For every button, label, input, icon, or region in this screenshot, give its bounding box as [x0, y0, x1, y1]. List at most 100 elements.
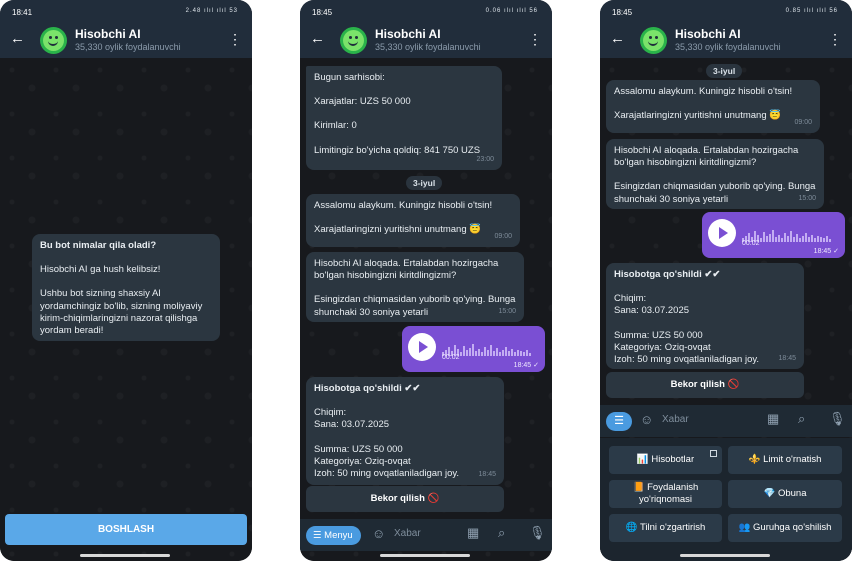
message-input[interactable]: Xabar — [662, 414, 689, 425]
message-time: 09:00 — [494, 232, 512, 240]
summary-title: Bugun sarhisobi: — [314, 72, 385, 83]
back-arrow-icon[interactable]: ← — [10, 30, 25, 47]
status-icons: 0.06 ılıl ılıl 56 — [485, 8, 538, 14]
chat-title[interactable]: Hisobchi AI — [675, 27, 741, 41]
greeting-line-2: Xarajatlaringizni yuritishni unutmang 😇 — [314, 224, 482, 236]
status-bar: 18:41 2.48 ılıl ılıl 53 — [0, 0, 252, 24]
avatar[interactable] — [340, 27, 367, 54]
message-time: 23:00 — [476, 155, 494, 163]
cancel-inline-button[interactable]: Bekor qilish 🚫 — [606, 372, 804, 398]
daily-summary-message: Bugun sarhisobi: Xarajatlar: UZS 50 000 … — [306, 66, 502, 170]
message-time: 18:45 — [478, 470, 496, 478]
back-arrow-icon[interactable]: ← — [310, 30, 325, 47]
phone-screen-1: 18:41 2.48 ılıl ılıl 53 ← Hisobchi AI 35… — [0, 0, 252, 561]
status-bar: 18:45 0.06 ılıl ılıl 56 — [300, 0, 552, 24]
greeting-line-1: Assalomu alaykum. Kuningiz hisobli o'tsi… — [614, 86, 793, 97]
report-note: Izoh: 50 ming ovqatlaniladigan joy. — [614, 354, 760, 366]
report-category: Kategoriya: Oziq-ovqat — [614, 341, 711, 353]
paperclip-icon[interactable]: ⌕ — [498, 525, 505, 541]
kebab-menu-icon[interactable]: ⋮ — [228, 31, 242, 48]
message-input-bar: ☰ Menyu ☺ Xabar ▦ ⌕ 🎙 — [300, 519, 552, 551]
summary-limit-left: Limitingiz bo'yicha qoldiq: 841 750 UZS — [314, 144, 481, 156]
report-type: Chiqim: — [314, 407, 347, 419]
reports-button[interactable]: 📊 Hisobotlar — [609, 446, 722, 474]
status-bar: 18:45 0.85 ılıl ılıl 56 — [600, 0, 852, 24]
sticker-icon[interactable]: ▦ — [767, 411, 779, 427]
menu-icon[interactable]: ☰ — [606, 412, 632, 431]
usage-guide-button[interactable]: 📙 Foydalanish yo'riqnomasi — [609, 480, 722, 508]
chat-subtitle: 35,330 oylik foydalanuvchi — [375, 42, 481, 52]
phone-screen-2: Bugun sarhisobi: Xarajatlar: UZS 50 000 … — [300, 0, 552, 561]
home-indicator[interactable] — [80, 554, 170, 557]
back-arrow-icon[interactable]: ← — [610, 30, 625, 47]
cancel-inline-button[interactable]: Bekor qilish 🚫 — [306, 486, 504, 512]
play-icon[interactable] — [408, 333, 436, 361]
voice-waveform[interactable] — [742, 224, 834, 242]
chat-title[interactable]: Hisobchi AI — [75, 27, 141, 41]
message-input-bar: ☰ ☺ Xabar ▦ ⌕ 🎙 — [600, 405, 852, 437]
report-date: Sana: 03.07.2025 — [614, 305, 690, 317]
report-header: Hisobotga qo'shildi ✔✔ — [614, 269, 721, 280]
message-time: 18:45 ✓ — [513, 362, 539, 369]
intro-description: Ushbu bot sizning shaxsiy AI yordamching… — [40, 288, 203, 337]
subscription-button[interactable]: 💎 Obuna — [728, 480, 842, 508]
home-indicator[interactable] — [680, 554, 770, 557]
kebab-menu-icon[interactable]: ⋮ — [828, 31, 842, 48]
message-time: 18:45 ✓ — [813, 248, 839, 255]
summary-expenses: Xarajatlar: UZS 50 000 — [314, 96, 411, 108]
bot-reply-keyboard: 📊 Hisobotlar ⚜️ Limit o'rnatish 📙 Foydal… — [600, 438, 852, 561]
reports-label: 📊 Hisobotlar — [636, 454, 695, 465]
kebab-menu-icon[interactable]: ⋮ — [528, 31, 542, 48]
report-category: Kategoriya: Oziq-ovqat — [314, 455, 411, 467]
status-icons: 0.85 ılıl ılıl 56 — [785, 8, 838, 14]
date-separator: 3-iyul — [706, 64, 743, 78]
report-note: Izoh: 50 ming ovqatlaniladigan joy. — [314, 468, 460, 480]
voice-waveform[interactable] — [442, 338, 534, 356]
message-time: 18:45 — [778, 354, 796, 362]
status-time: 18:41 — [12, 8, 33, 17]
chat-header: ← Hisobchi AI 35,330 oylik foydalanuvchi… — [600, 24, 852, 58]
chat-header: ← Hisobchi AI 35,330 oylik foydalanuvchi… — [0, 24, 252, 58]
avatar[interactable] — [40, 27, 67, 54]
reminder-message: Hisobchi AI aloqada. Ertalabdan hozirgac… — [306, 252, 524, 322]
reminder-line-1: Hisobchi AI aloqada. Ertalabdan hozirgac… — [614, 145, 799, 169]
report-added-message: Hisobotga qo'shildi ✔✔ Chiqim: Sana: 03.… — [606, 263, 804, 369]
status-time: 18:45 — [312, 8, 333, 17]
sticker-icon[interactable]: ▦ — [467, 525, 479, 541]
set-limit-button[interactable]: ⚜️ Limit o'rnatish — [728, 446, 842, 474]
change-language-button[interactable]: 🌐 Tilni o'zgartirish — [609, 514, 722, 542]
avatar[interactable] — [640, 27, 667, 54]
emoji-icon[interactable]: ☺ — [372, 526, 385, 541]
reminder-line-2: Esingizdan chiqmasidan yuborib qo'ying. … — [614, 181, 816, 205]
status-time: 18:45 — [612, 8, 633, 17]
menu-label: Menyu — [324, 530, 353, 541]
reminder-line-1: Hisobchi AI aloqada. Ertalabdan hozirgac… — [314, 258, 499, 282]
intro-welcome: Hisobchi AI ga hush kelibsiz! — [40, 264, 161, 276]
chat-title[interactable]: Hisobchi AI — [375, 27, 441, 41]
report-amount: Summa: UZS 50 000 — [314, 443, 403, 455]
message-time: 15:00 — [798, 194, 816, 202]
message-time: 09:00 — [794, 118, 812, 126]
start-button[interactable]: BOSHLASH — [5, 514, 247, 545]
emoji-icon[interactable]: ☺ — [640, 412, 653, 427]
voice-duration: 00:02 — [742, 240, 760, 247]
play-icon[interactable] — [708, 219, 736, 247]
chat-subtitle: 35,330 oylik foydalanuvchi — [675, 42, 781, 52]
report-added-message: Hisobotga qo'shildi ✔✔ Chiqim: Sana: 03.… — [306, 377, 504, 485]
report-date: Sana: 03.07.2025 — [314, 419, 390, 431]
microphone-icon[interactable]: 🎙 — [529, 525, 546, 541]
report-header: Hisobotga qo'shildi ✔✔ — [314, 383, 421, 394]
menu-button[interactable]: ☰ Menyu — [306, 526, 361, 545]
microphone-icon[interactable]: 🎙 — [829, 411, 846, 427]
report-type: Chiqim: — [614, 293, 647, 305]
paperclip-icon[interactable]: ⌕ — [798, 411, 805, 427]
bot-intro-card: Bu bot nimalar qila oladi? Hisobchi AI g… — [32, 234, 220, 341]
voice-message[interactable]: 00:02 18:45 ✓ — [402, 326, 545, 372]
greeting-message: Assalomu alaykum. Kuningiz hisobli o'tsi… — [606, 80, 820, 133]
message-input[interactable]: Xabar — [394, 528, 421, 539]
home-indicator[interactable] — [380, 554, 470, 557]
chat-subtitle: 35,330 oylik foydalanuvchi — [75, 42, 181, 52]
join-group-button[interactable]: 👥 Guruhga qo'shilish — [728, 514, 842, 542]
voice-message[interactable]: 00:02 18:45 ✓ — [702, 212, 845, 258]
greeting-line-2: Xarajatlaringizni yuritishni unutmang 😇 — [614, 110, 782, 122]
